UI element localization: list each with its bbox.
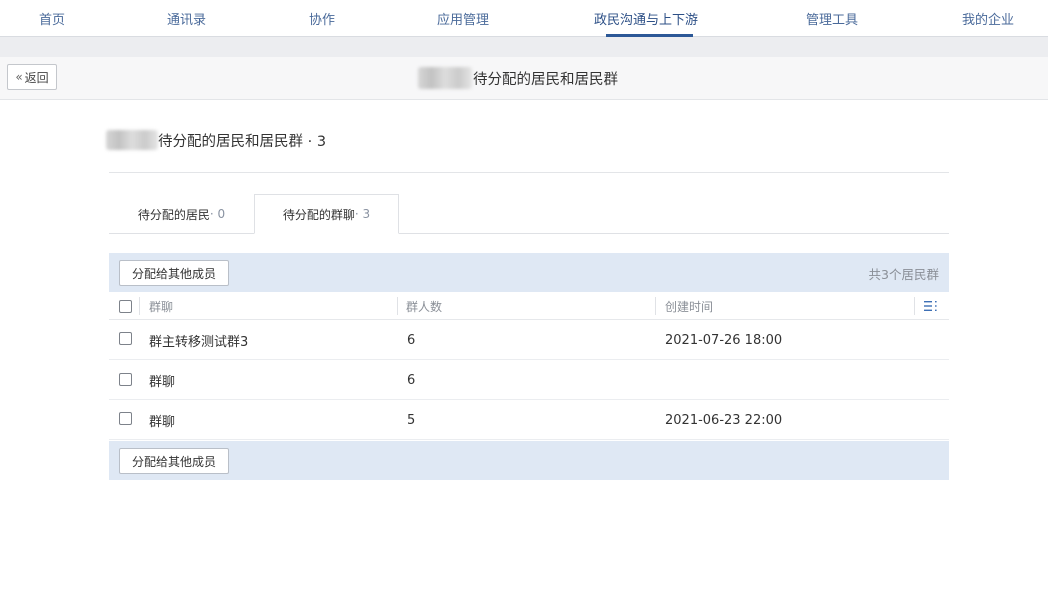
column-settings-icon[interactable] (924, 301, 938, 311)
nav-item-app-management[interactable]: 应用管理 (437, 9, 489, 28)
section-heading-text: 待分配的居民和居民群 · 3 (158, 133, 327, 150)
column-separator (914, 297, 915, 315)
row-checkbox[interactable] (119, 412, 132, 425)
double-chevron-left-icon: « (15, 70, 23, 84)
group-chat-name: 群主转移测试群3 (149, 334, 249, 350)
nav-item-my-enterprise[interactable]: 我的企业 (962, 9, 1014, 28)
table-toolbar-top: 分配给其他成员 共3个居民群 (109, 253, 949, 292)
column-header-member-count: 群人数 (406, 299, 443, 314)
row-checkbox[interactable] (119, 332, 132, 345)
column-separator (139, 297, 140, 315)
tab-count: · 3 (354, 207, 371, 221)
tab-count: · 0 (209, 207, 226, 221)
select-all-checkbox[interactable] (119, 300, 132, 313)
nav-item-contacts[interactable]: 通讯录 (167, 9, 206, 28)
created-time: 2021-07-26 18:00 (665, 332, 783, 348)
member-count: 5 (407, 412, 416, 428)
page-titlebar: « 返回 待分配的居民和居民群 (0, 57, 1048, 100)
divider (109, 172, 949, 173)
column-header-created-time: 创建时间 (665, 299, 714, 314)
blurred-name-image (106, 130, 158, 150)
created-time: 2021-06-23 22:00 (665, 412, 783, 428)
member-count: 6 (407, 332, 416, 348)
nav-item-management-tools[interactable]: 管理工具 (806, 9, 858, 28)
group-chat-name: 群聊 (149, 414, 176, 430)
header-spacer (0, 37, 1048, 57)
total-count: 共3个居民群 (868, 267, 939, 282)
section-heading: 待分配的居民和居民群 · 3 (106, 129, 326, 151)
page-title: 待分配的居民和居民群 (418, 66, 618, 90)
table-toolbar-bottom: 分配给其他成员 (109, 441, 949, 480)
table-row: 群聊 5 2021-06-23 22:00 (109, 400, 949, 440)
page-title-text: 待分配的居民和居民群 (473, 71, 618, 88)
tab-label: 待分配的群聊 (282, 207, 355, 222)
back-button[interactable]: « 返回 (7, 64, 57, 90)
column-separator (655, 297, 656, 315)
column-separator (397, 297, 398, 315)
nav-item-home[interactable]: 首页 (39, 9, 65, 28)
nav-item-collaboration[interactable]: 协作 (309, 9, 335, 28)
row-checkbox[interactable] (119, 373, 132, 386)
top-navigation: 首页 通讯录 协作 应用管理 政民沟通与上下游 管理工具 我的企业 (0, 0, 1048, 37)
back-button-label: 返回 (24, 70, 49, 85)
tab-pending-residents[interactable]: 待分配的居民 · 0 (109, 194, 254, 234)
assign-to-other-member-button[interactable]: 分配给其他成员 (119, 448, 229, 474)
table-header: 群聊 群人数 创建时间 (109, 292, 949, 320)
column-header-group-chat: 群聊 (149, 299, 174, 314)
table-row: 群主转移测试群3 6 2021-07-26 18:00 (109, 320, 949, 360)
tab-pending-group-chats[interactable]: 待分配的群聊 · 3 (254, 194, 399, 234)
table-row: 群聊 6 (109, 360, 949, 400)
tab-bar: 待分配的居民 · 0 待分配的群聊 · 3 (109, 194, 949, 234)
member-count: 6 (407, 372, 416, 388)
blurred-name-image (418, 67, 472, 89)
group-chat-name: 群聊 (149, 374, 176, 390)
assign-to-other-member-button[interactable]: 分配给其他成员 (119, 260, 229, 286)
nav-item-government-communication[interactable]: 政民沟通与上下游 (594, 9, 698, 28)
tab-label: 待分配的居民 (137, 207, 210, 222)
